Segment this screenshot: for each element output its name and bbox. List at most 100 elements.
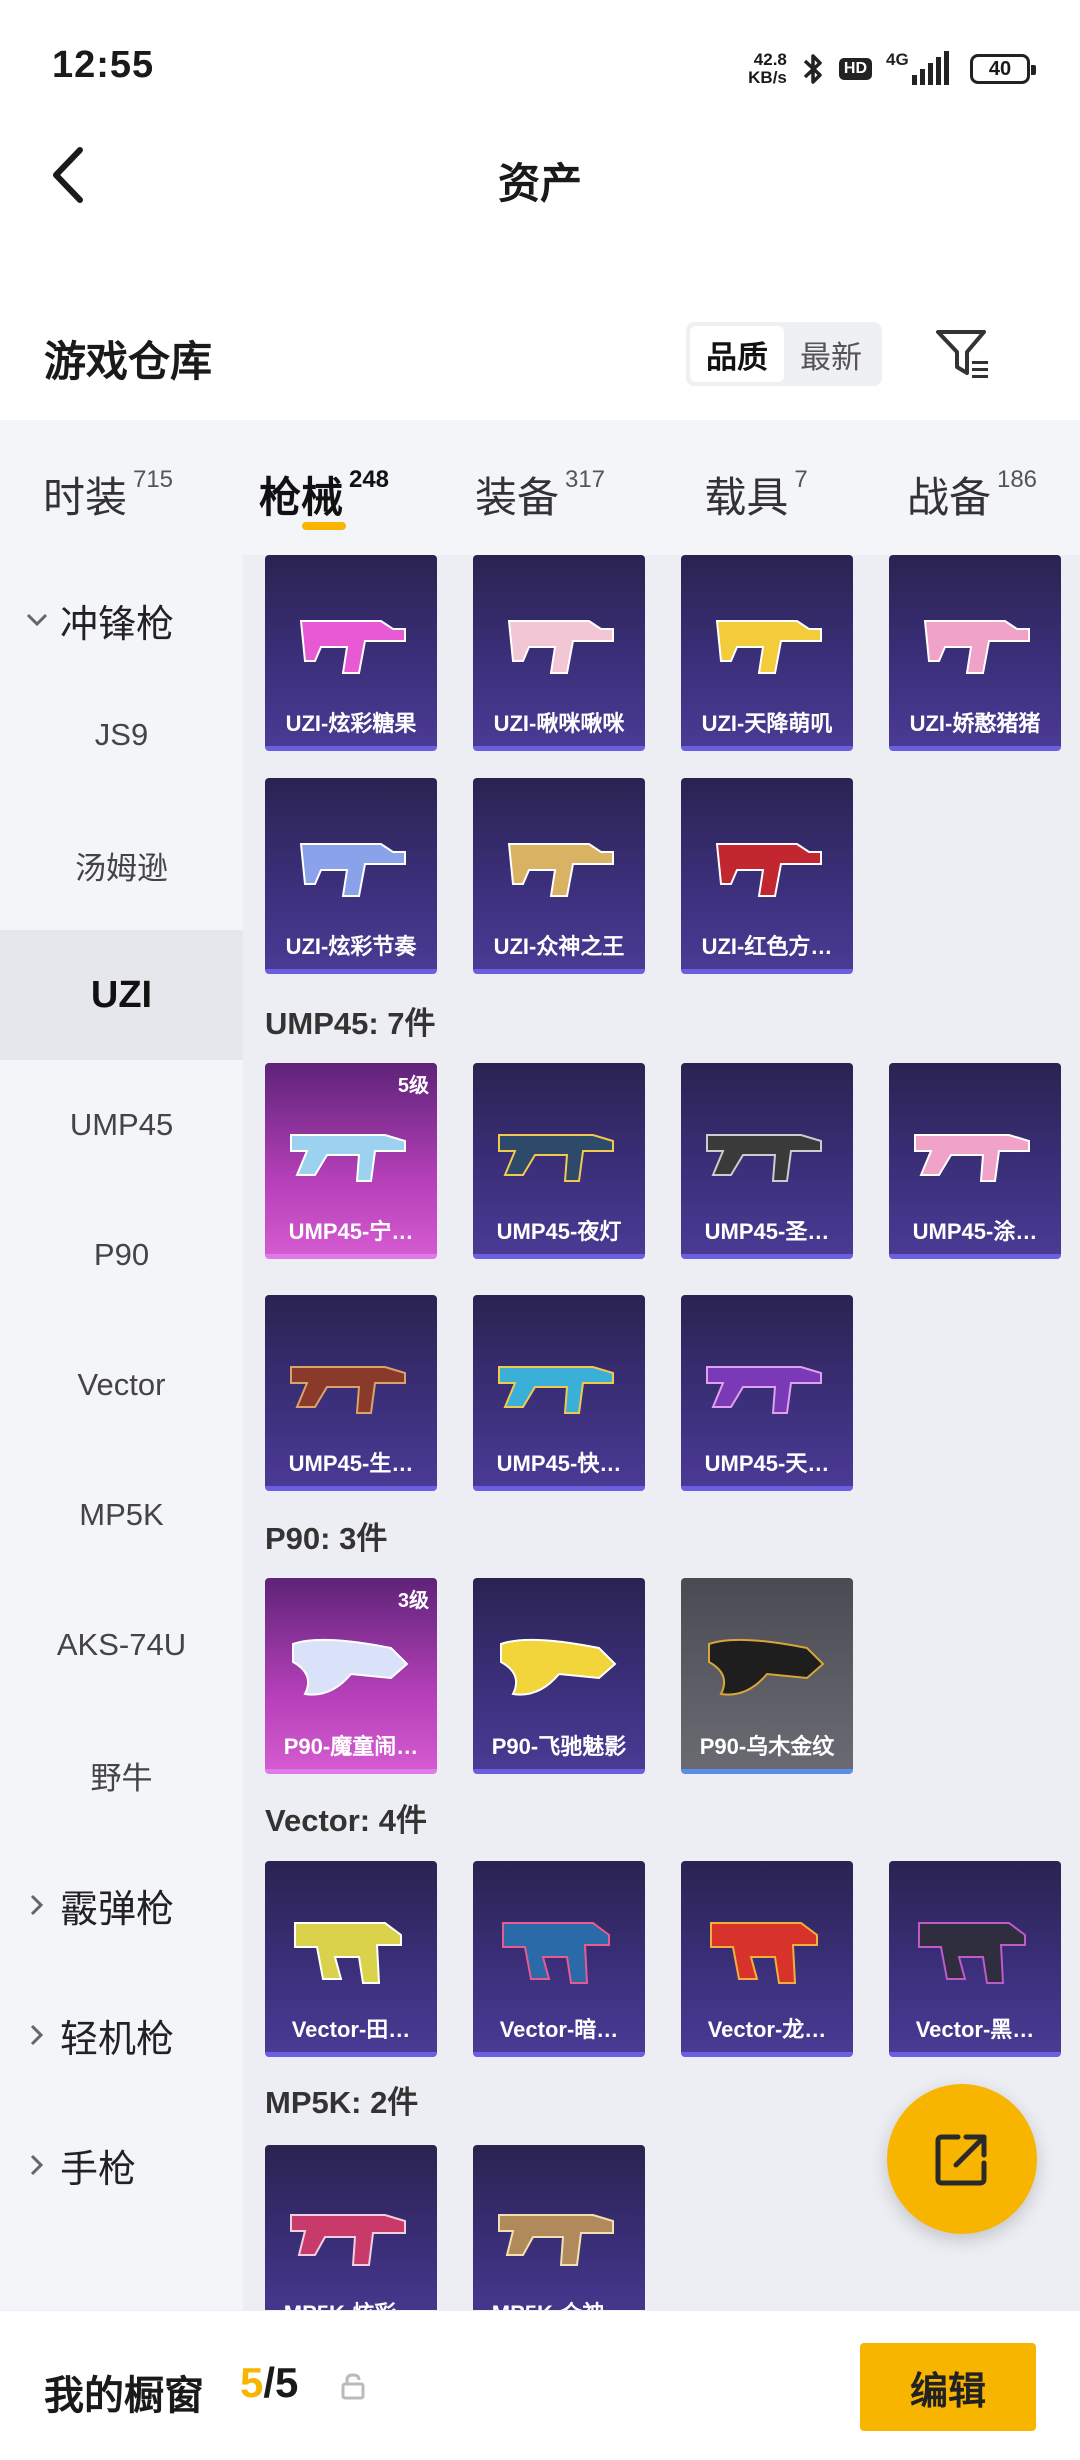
weapon-card[interactable]: UMP45-夜灯 <box>473 1063 645 1259</box>
sidebar-item-mp5k[interactable]: MP5K <box>0 1450 243 1580</box>
weapon-card[interactable]: Vector-龙… <box>681 1861 853 2057</box>
weapon-card[interactable]: Vector-黑… <box>889 1861 1061 2057</box>
sidebar-item-bizon[interactable]: 野牛 <box>0 1710 243 1840</box>
category-tabs: 时装 715 枪械 248 装备 317 载具 7 战备 186 <box>0 420 1080 555</box>
edit-button[interactable]: 编辑 <box>860 2343 1036 2431</box>
smg-icon <box>290 1366 406 1414</box>
weapon-card[interactable]: 3级 P90-魔童闹… <box>265 1578 437 1774</box>
sidebar-item-uzi[interactable]: UZI <box>0 930 243 1060</box>
weapon-card[interactable]: 5级 UMP45-宁… <box>265 1063 437 1259</box>
section-title-mp5k: MP5K: 2件 <box>265 2085 419 2120</box>
weapon-card[interactable]: UZI-红色方… <box>681 778 853 974</box>
weapon-card[interactable]: UMP45-快… <box>473 1295 645 1491</box>
back-button[interactable] <box>38 142 98 208</box>
weapon-card[interactable]: UZI-啾咪啾咪 <box>473 555 645 751</box>
tab-vehicles[interactable]: 载具 7 <box>648 420 864 555</box>
smg-icon <box>507 843 614 897</box>
smg-icon <box>502 1922 610 1984</box>
section-title-vector: Vector: 4件 <box>265 1803 427 1838</box>
smg-icon <box>706 1366 822 1414</box>
smg-icon <box>708 1638 825 1696</box>
smg-icon <box>290 2214 406 2266</box>
sort-quality-button[interactable]: 品质 <box>690 326 784 382</box>
status-indicators: 42.8 KB/s HD 4G 40 <box>748 44 1036 94</box>
weapon-card[interactable]: MP5K-众神… <box>473 2145 645 2310</box>
sidebar-group-shotgun[interactable]: 霰弹枪 <box>0 1840 243 1970</box>
page-title: 资产 <box>497 160 582 207</box>
weapon-card[interactable]: UMP45-涂… <box>889 1063 1061 1259</box>
chevron-right-icon <box>22 1894 52 1916</box>
chevron-right-icon <box>22 2024 52 2046</box>
weapon-card[interactable]: Vector-暗… <box>473 1861 645 2057</box>
sidebar-item-thompson[interactable]: 汤姆逊 <box>0 800 243 930</box>
smg-icon <box>498 1366 614 1414</box>
smg-icon <box>914 1134 1030 1182</box>
signal-icon: 4G <box>886 49 956 89</box>
smg-icon <box>498 2214 614 2266</box>
weapon-card[interactable]: UZI-天降萌叽 <box>681 555 853 751</box>
section-title-p90: P90: 3件 <box>265 1521 388 1556</box>
tab-equipment[interactable]: 装备 317 <box>432 420 648 555</box>
weapon-card[interactable]: Vector-田… <box>265 1861 437 2057</box>
net-speed: 42.8 KB/s <box>748 50 787 87</box>
smg-icon <box>498 1134 614 1182</box>
svg-text:4G: 4G <box>886 50 909 69</box>
sidebar-item-js9[interactable]: JS9 <box>0 670 243 800</box>
sidebar-item-vector[interactable]: Vector <box>0 1320 243 1450</box>
chevron-left-icon <box>53 147 83 203</box>
smg-icon <box>507 620 614 674</box>
sidebar-group-pistol[interactable]: 手枪 <box>0 2100 243 2230</box>
top-nav: 资产 <box>0 130 1080 220</box>
weapon-card[interactable]: UZI-炫彩糖果 <box>265 555 437 751</box>
lock-icon <box>341 2373 365 2400</box>
smg-icon <box>715 620 822 674</box>
sort-toggle: 品质 最新 <box>686 322 882 386</box>
weapon-card[interactable]: UMP45-生… <box>265 1295 437 1491</box>
filter-icon <box>936 330 988 378</box>
weapon-card[interactable]: UMP45-圣… <box>681 1063 853 1259</box>
warehouse-header: 游戏仓库 品质 最新 <box>0 310 1080 400</box>
smg-icon <box>299 843 406 897</box>
sidebar-group-lmg[interactable]: 轻机枪 <box>0 1970 243 2100</box>
tab-supplies[interactable]: 战备 186 <box>864 420 1080 555</box>
weapon-type-sidebar: 冲锋枪 JS9 汤姆逊 UZI UMP45 P90 Vector MP5K AK… <box>0 555 243 2310</box>
weapon-card[interactable]: UZI-众神之王 <box>473 778 645 974</box>
showcase-label: 我的橱窗 <box>44 2374 204 2418</box>
sort-latest-button[interactable]: 最新 <box>784 326 878 382</box>
sidebar-group-smg[interactable]: 冲锋枪 <box>0 555 243 685</box>
smg-icon <box>923 620 1030 674</box>
share-icon <box>935 2134 987 2186</box>
section-title-ump45: UMP45: 7件 <box>265 1006 436 1041</box>
weapon-card[interactable]: UZI-娇憨猪猪 <box>889 555 1061 751</box>
status-bar: 12:55 42.8 KB/s HD 4G 40 <box>0 0 1080 130</box>
smg-icon <box>918 1922 1026 1984</box>
chevron-down-icon <box>22 613 52 627</box>
warehouse-title: 游戏仓库 <box>44 338 213 385</box>
sidebar-item-p90[interactable]: P90 <box>0 1190 243 1320</box>
sidebar-item-ump45[interactable]: UMP45 <box>0 1060 243 1190</box>
weapon-card[interactable]: UZI-炫彩节奏 <box>265 778 437 974</box>
weapon-card[interactable]: UMP45-天… <box>681 1295 853 1491</box>
smg-icon <box>706 1134 822 1182</box>
bluetooth-icon <box>801 51 825 87</box>
status-time: 12:55 <box>52 44 155 86</box>
weapon-card[interactable]: MP5K-炫彩… <box>265 2145 437 2310</box>
filter-button[interactable] <box>930 324 996 384</box>
sidebar-item-aks74u[interactable]: AKS-74U <box>0 1580 243 1710</box>
smg-icon <box>500 1638 617 1696</box>
weapon-card[interactable]: P90-飞驰魅影 <box>473 1578 645 1774</box>
smg-icon <box>715 843 822 897</box>
smg-icon <box>290 1134 406 1182</box>
chevron-right-icon <box>22 2154 52 2176</box>
weapon-grid: UZI-炫彩糖果 UZI-啾咪啾咪 UZI-天降萌叽 UZI-娇憨猪猪 UZI-… <box>243 555 1080 2310</box>
tab-firearms[interactable]: 枪械 248 <box>216 420 432 555</box>
smg-icon <box>294 1922 402 1984</box>
tab-fashion[interactable]: 时装 715 <box>0 420 216 555</box>
hd-icon: HD <box>838 58 872 80</box>
bottom-bar: 我的橱窗 5/5 编辑 <box>0 2310 1080 2460</box>
showcase-count: 5/5 <box>240 2359 299 2406</box>
weapon-card[interactable]: P90-乌木金纹 <box>681 1578 853 1774</box>
smg-icon <box>299 620 406 674</box>
smg-icon <box>710 1922 818 1984</box>
share-button[interactable] <box>887 2084 1037 2234</box>
